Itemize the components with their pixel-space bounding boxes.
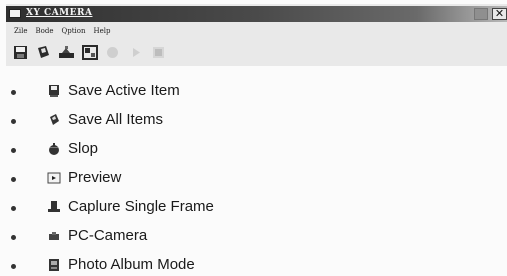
item-label: Caplure Single Frame <box>68 198 214 215</box>
toolbar-album-button[interactable] <box>150 44 167 61</box>
minimize-button[interactable] <box>474 8 488 20</box>
save-all-items-icon <box>50 114 59 125</box>
menu-mode[interactable]: Bode <box>35 24 53 38</box>
toolbar-stop-button[interactable] <box>104 44 121 61</box>
menu-help[interactable]: Help <box>93 24 110 38</box>
save-active-item-icon <box>49 85 59 97</box>
play-icon <box>132 47 140 57</box>
item-label: Preview <box>68 169 122 186</box>
menu-bar: Zile Bode Qption Help <box>6 24 507 38</box>
item-label: Save All Items <box>68 111 164 128</box>
list-item: Preview <box>0 169 460 198</box>
list-item: Caplure Single Frame <box>0 198 460 227</box>
toolbar <box>12 42 167 62</box>
list-item: Save All Items <box>0 111 460 140</box>
bullet <box>11 90 16 95</box>
list-item: Save Active Item <box>0 82 460 111</box>
item-label: Save Active Item <box>68 82 180 99</box>
item-label: Slop <box>68 140 99 157</box>
app-icon <box>9 9 21 18</box>
preview-icon <box>81 44 98 60</box>
item-label: PC-Camera <box>68 227 148 244</box>
bullet <box>11 264 16 269</box>
stop-icon <box>107 46 118 58</box>
page: XY CAMERA ✕ Zile Bode Qption Help Save A… <box>0 0 507 276</box>
toolbar-preview-button[interactable] <box>81 44 98 61</box>
photo-album-icon <box>153 46 164 58</box>
menu-option[interactable]: Qption <box>61 24 85 38</box>
capture-icon <box>59 45 74 58</box>
toolbar-play-button[interactable] <box>127 44 144 61</box>
window-title: XY CAMERA <box>26 8 93 18</box>
item-label: Photo Album Mode <box>68 256 195 273</box>
capture-frame-icon <box>48 201 60 212</box>
toolbar-save-button[interactable] <box>12 44 29 61</box>
bullet <box>11 119 16 124</box>
bullet <box>11 148 16 153</box>
title-bar: XY CAMERA ✕ <box>6 6 507 22</box>
app-window-screenshot: XY CAMERA ✕ Zile Bode Qption Help <box>6 4 507 66</box>
pc-camera-icon <box>49 232 59 240</box>
list-item: PC-Camera <box>0 227 460 256</box>
menu-file[interactable]: Zile <box>14 24 27 38</box>
save-icon <box>14 45 27 59</box>
feature-list: Save Active Item Save All Items Slop Pre… <box>0 82 460 276</box>
preview-icon <box>47 172 61 184</box>
close-button[interactable]: ✕ <box>492 8 507 20</box>
toolbar-capture-button[interactable] <box>58 44 75 61</box>
photo-album-icon <box>49 259 59 271</box>
save-all-icon <box>38 45 49 58</box>
stop-icon <box>49 143 59 155</box>
list-item: Photo Album Mode <box>0 256 460 276</box>
toolbar-save-all-button[interactable] <box>35 44 52 61</box>
bullet <box>11 206 16 211</box>
bullet <box>11 235 16 240</box>
bullet <box>11 177 16 182</box>
list-item: Slop <box>0 140 460 169</box>
